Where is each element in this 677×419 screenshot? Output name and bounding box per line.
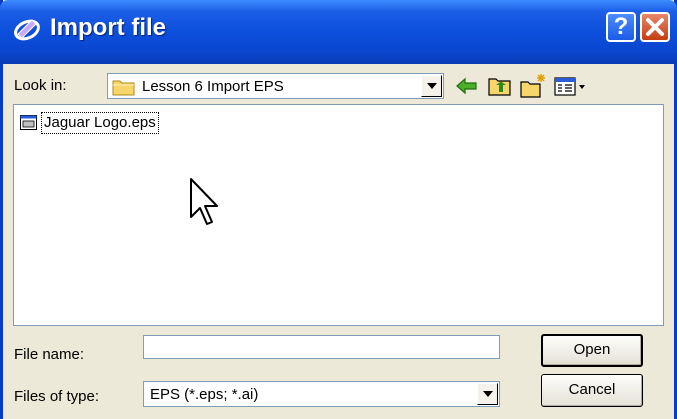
app-logo-icon — [12, 14, 42, 44]
look-in-value: Lesson 6 Import EPS — [142, 78, 284, 95]
files-of-type-value: EPS (*.eps; *.ai) — [150, 386, 259, 403]
up-folder-icon[interactable] — [486, 72, 514, 100]
file-name-input[interactable] — [143, 335, 500, 359]
help-button[interactable]: ? — [606, 12, 636, 42]
help-icon: ? — [613, 13, 629, 40]
file-name: Jaguar Logo.eps — [41, 112, 159, 134]
dialog-body: Look in: Lesson 6 Import EPS Jaguar Logo… — [3, 64, 674, 419]
close-button[interactable] — [640, 12, 670, 42]
mouse-cursor-icon — [190, 178, 218, 225]
eps-file-icon — [20, 115, 37, 135]
import-file-dialog: Import file ? Look in: Lesson 6 Import E… — [0, 0, 677, 419]
cancel-button[interactable]: Cancel — [541, 374, 643, 407]
dialog-title: Import file — [50, 14, 167, 41]
files-of-type-combobox[interactable]: EPS (*.eps; *.ai) — [143, 381, 500, 407]
back-arrow-icon[interactable] — [453, 72, 481, 100]
look-in-dropdown-button[interactable] — [421, 75, 442, 97]
view-menu-icon[interactable] — [552, 72, 588, 100]
chevron-down-icon — [427, 83, 437, 89]
files-of-type-dropdown-button[interactable] — [477, 383, 498, 405]
open-button[interactable]: Open — [541, 334, 643, 367]
file-name-label: File name: — [14, 346, 85, 363]
file-list[interactable]: Jaguar Logo.eps — [13, 104, 664, 326]
files-of-type-label: Files of type: — [14, 388, 100, 405]
new-folder-icon[interactable] — [519, 72, 547, 100]
chevron-down-icon — [483, 391, 493, 397]
title-bar[interactable]: Import file ? — [0, 0, 677, 64]
look-in-label: Look in: — [14, 77, 67, 94]
close-icon — [642, 14, 668, 45]
folder-icon — [112, 78, 136, 101]
look-in-combobox[interactable]: Lesson 6 Import EPS — [107, 73, 444, 99]
